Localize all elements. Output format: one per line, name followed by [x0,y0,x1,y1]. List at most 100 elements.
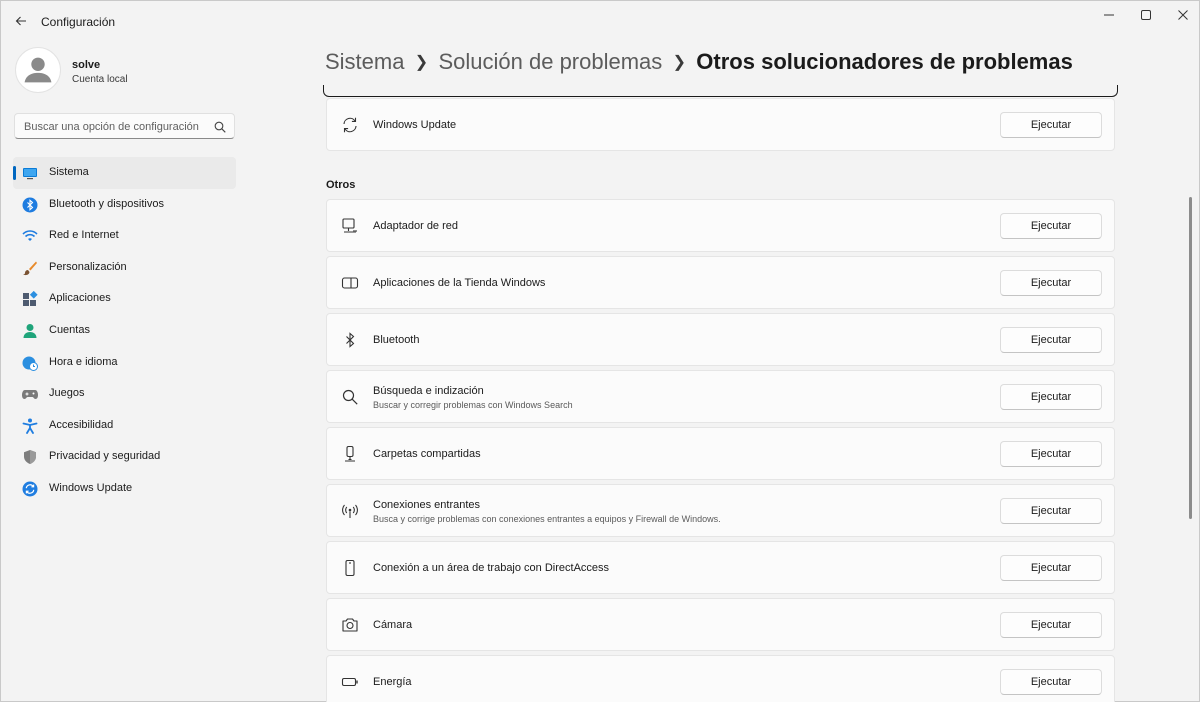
back-button[interactable] [9,9,33,33]
accessibility-icon [22,418,38,434]
user-profile[interactable]: solve Cuenta local [15,47,245,93]
sidebar-item-label: Accesibilidad [49,418,114,431]
network-adapter-icon [341,217,359,235]
antenna-icon [341,502,359,520]
account-type: Cuenta local [72,74,128,85]
wifi-icon [22,228,38,244]
sidebar-item-red[interactable]: Red e Internet [13,220,236,252]
store-app-icon [341,274,359,292]
sidebar-item-sistema[interactable]: Sistema [13,157,236,189]
title-bar: Configuración [1,1,1200,39]
troubleshooter-description: Busca y corrige problemas con conexiones… [373,514,721,524]
sidebar-nav: Sistema Bluetooth y dispositivos Red e I… [13,157,236,505]
search-icon [341,388,359,406]
sidebar-item-label: Bluetooth y dispositivos [49,197,164,210]
troubleshooter-title: Cámara [373,619,413,631]
troubleshooter-card: Energía Ejecutar [326,655,1115,702]
person-icon [22,323,38,339]
sidebar-item-personalizacion[interactable]: Personalización [13,252,236,284]
troubleshooter-title: Búsqueda e indización [373,385,484,397]
troubleshooter-card: Bluetooth Ejecutar [326,313,1115,366]
shared-folder-icon [341,445,359,463]
section-heading-otros: Otros [326,179,356,191]
sidebar-item-label: Personalización [49,260,127,273]
sidebar-item-aplicaciones[interactable]: Aplicaciones [13,283,236,315]
update-icon [22,481,38,497]
maximize-icon [1141,10,1151,20]
troubleshooter-title: Bluetooth [373,334,420,346]
sidebar-item-hora-idioma[interactable]: Hora e idioma [13,347,236,379]
bluetooth-icon [22,197,38,213]
run-button[interactable]: Ejecutar [1000,441,1102,467]
sidebar-item-label: Sistema [49,166,89,178]
gamepad-icon [22,386,38,402]
minimize-button[interactable] [1089,5,1129,25]
troubleshooter-title: Energía [373,676,412,688]
sidebar-item-label: Juegos [49,387,85,400]
app-title: Configuración [41,15,116,29]
breadcrumb-sistema[interactable]: Sistema [325,49,404,75]
troubleshooter-card-windows-update: Windows Update Ejecutar [326,98,1115,151]
breadcrumb: Sistema ❯ Solución de problemas ❯ Otros … [325,47,1073,77]
sidebar-item-label: Hora e idioma [49,355,118,368]
sidebar-item-label: Privacidad y seguridad [49,450,161,463]
run-button[interactable]: Ejecutar [1000,669,1102,695]
sidebar-item-windows-update[interactable]: Windows Update [13,473,236,505]
breadcrumb-solucion-problemas[interactable]: Solución de problemas [438,49,662,75]
troubleshooter-title: Adaptador de red [373,220,459,232]
avatar [15,47,61,93]
phone-icon [341,559,359,577]
battery-icon [341,673,359,691]
sidebar-item-accesibilidad[interactable]: Accesibilidad [13,410,236,442]
close-button[interactable] [1163,5,1200,25]
settings-window: Configuración solve Cuenta local Buscar … [0,0,1200,702]
camera-icon [341,616,359,634]
search-input[interactable]: Buscar una opción de configuración [14,113,235,139]
troubleshooter-title: Conexión a un área de trabajo con Direct… [373,562,610,574]
run-button[interactable]: Ejecutar [1000,612,1102,638]
back-arrow-icon [15,16,26,26]
close-icon [1178,10,1188,20]
sidebar-item-cuentas[interactable]: Cuentas [13,315,236,347]
troubleshooter-card: Búsqueda e indización Buscar y corregir … [326,370,1115,423]
troubleshooter-card: Cámara Ejecutar [326,598,1115,651]
chevron-right-icon: ❯ [672,54,686,71]
shield-icon [22,449,38,465]
sidebar-item-label: Aplicaciones [49,292,111,305]
run-button[interactable]: Ejecutar [1000,112,1102,138]
troubleshooter-title: Aplicaciones de la Tienda Windows [373,277,546,289]
search-placeholder: Buscar una opción de configuración [24,121,199,133]
sidebar-item-label: Cuentas [49,323,90,336]
run-button[interactable]: Ejecutar [1000,327,1102,353]
scrollbar-thumb[interactable] [1189,197,1192,519]
run-button[interactable]: Ejecutar [1000,498,1102,524]
troubleshooter-card: Conexiones entrantes Busca y corrige pro… [326,484,1115,537]
maximize-button[interactable] [1126,5,1166,25]
sidebar-item-label: Red e Internet [49,229,119,242]
globe-clock-icon [22,355,38,371]
sidebar-item-bluetooth[interactable]: Bluetooth y dispositivos [13,189,236,221]
minimize-icon [1104,14,1114,16]
scrolled-card-edge [323,85,1118,97]
chevron-right-icon: ❯ [414,54,429,71]
bluetooth-icon [341,331,359,349]
sidebar-item-label: Windows Update [49,481,133,494]
run-button[interactable]: Ejecutar [1000,555,1102,581]
page-title: Otros solucionadores de problemas [696,49,1073,74]
monitor-icon [22,165,38,181]
sidebar-item-privacidad[interactable]: Privacidad y seguridad [13,441,236,473]
troubleshooter-card: Adaptador de red Ejecutar [326,199,1115,252]
troubleshooter-title: Conexiones entrantes [373,499,481,511]
active-indicator [13,166,16,180]
run-button[interactable]: Ejecutar [1000,270,1102,296]
user-avatar-icon [24,57,52,83]
troubleshooter-title: Carpetas compartidas [373,448,481,460]
apps-icon [22,291,38,307]
troubleshooter-title: Windows Update [373,119,457,131]
sidebar-item-juegos[interactable]: Juegos [13,378,236,410]
brush-icon [22,260,38,276]
troubleshooter-card: Carpetas compartidas Ejecutar [326,427,1115,480]
run-button[interactable]: Ejecutar [1000,213,1102,239]
run-button[interactable]: Ejecutar [1000,384,1102,410]
troubleshooter-card: Aplicaciones de la Tienda Windows Ejecut… [326,256,1115,309]
